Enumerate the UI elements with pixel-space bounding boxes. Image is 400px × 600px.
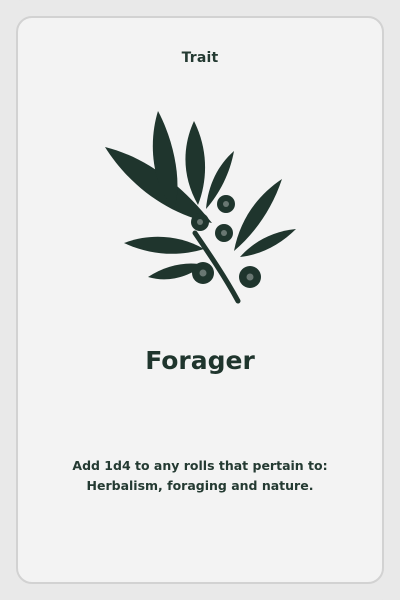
card-description: Add 1d4 to any rolls that pertain to: He…	[72, 458, 328, 493]
card[interactable]: Trait Forager Add 1d4 to any rolls that …	[0, 0, 400, 600]
herb-branch-with-berries-icon	[100, 105, 300, 305]
card-type-label: Trait	[181, 50, 219, 66]
card-title: Forager	[145, 346, 255, 375]
